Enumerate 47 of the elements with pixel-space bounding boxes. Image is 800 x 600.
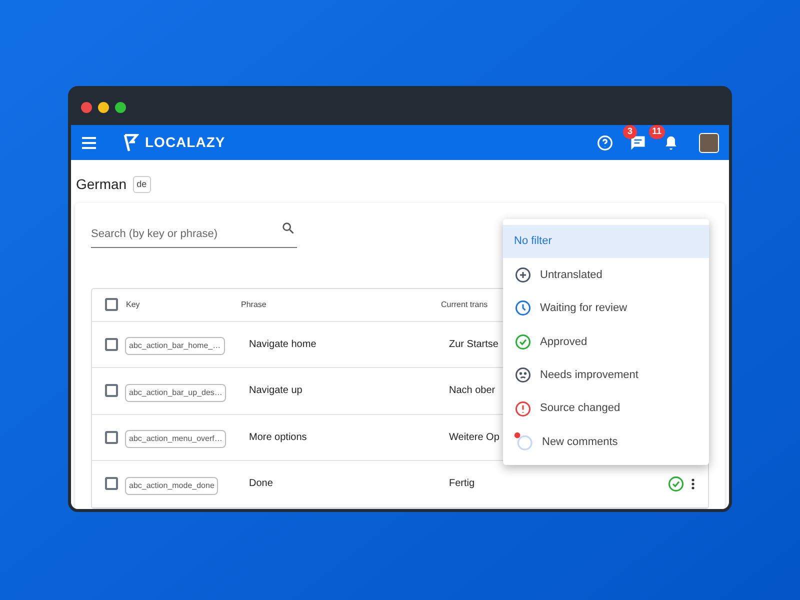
bell-icon[interactable]: [663, 134, 679, 152]
brand-name: LOCALAZY: [145, 133, 226, 152]
key-tag[interactable]: abc_action_mode_done: [125, 476, 218, 495]
phrase-text: Navigate up: [249, 384, 304, 398]
frown-face-icon: [514, 366, 532, 384]
filter-option[interactable]: Approved: [503, 325, 709, 359]
phrase-text: More options: [249, 430, 308, 445]
checkbox[interactable]: [105, 477, 118, 490]
filter-option[interactable]: New comments: [503, 425, 709, 459]
filter-option[interactable]: Untranslated: [503, 258, 709, 292]
key-tag[interactable]: abc_action_bar_up_des…: [125, 384, 226, 402]
translation-text: Fertig: [449, 477, 475, 492]
search-field[interactable]: Search (by key or phrase): [91, 226, 297, 248]
column-header: Phrase: [241, 298, 268, 310]
checkbox[interactable]: [105, 430, 118, 444]
translation-text: Nach ober: [449, 384, 496, 398]
check-circle-icon: [514, 332, 532, 351]
notification-badge: 11: [649, 124, 665, 138]
plus-circle-icon: [514, 266, 532, 284]
key-tag[interactable]: abc_action_menu_overf…: [125, 430, 226, 448]
filter-option[interactable]: Needs improvement: [503, 358, 709, 392]
logo-icon: [123, 134, 139, 152]
phrase-text: Navigate home: [249, 338, 318, 352]
avatar-photo-placeholder[interactable]: [699, 132, 719, 152]
checkbox[interactable]: [105, 384, 118, 398]
column-header: Current trans: [441, 298, 488, 310]
translation-text: Zur Startse: [449, 338, 498, 352]
alert-circle-icon: [514, 400, 532, 418]
key-tag[interactable]: abc_action_bar_home_…: [125, 337, 225, 356]
language-code-tag: de: [132, 176, 151, 194]
column-header: Key: [126, 298, 141, 310]
clock-icon: [514, 299, 532, 318]
comment-dot-circle-icon: [514, 432, 534, 452]
chat-badge: 3: [623, 124, 637, 138]
more-vertical-icon[interactable]: [691, 478, 695, 490]
chat-icon[interactable]: [629, 134, 647, 152]
filter-option[interactable]: No filter: [503, 225, 709, 258]
filter-option[interactable]: Waiting for review: [503, 292, 709, 326]
menu-icon[interactable]: [81, 136, 97, 148]
checkbox[interactable]: [105, 298, 118, 311]
checkbox[interactable]: [105, 338, 118, 351]
translation-text: Weitere Op: [449, 430, 500, 445]
filter-option[interactable]: Source changed: [503, 392, 709, 426]
help-icon[interactable]: [597, 134, 613, 150]
language-title: German: [76, 175, 127, 194]
search-icon[interactable]: [281, 221, 295, 235]
phrase-text: Done: [249, 477, 274, 492]
